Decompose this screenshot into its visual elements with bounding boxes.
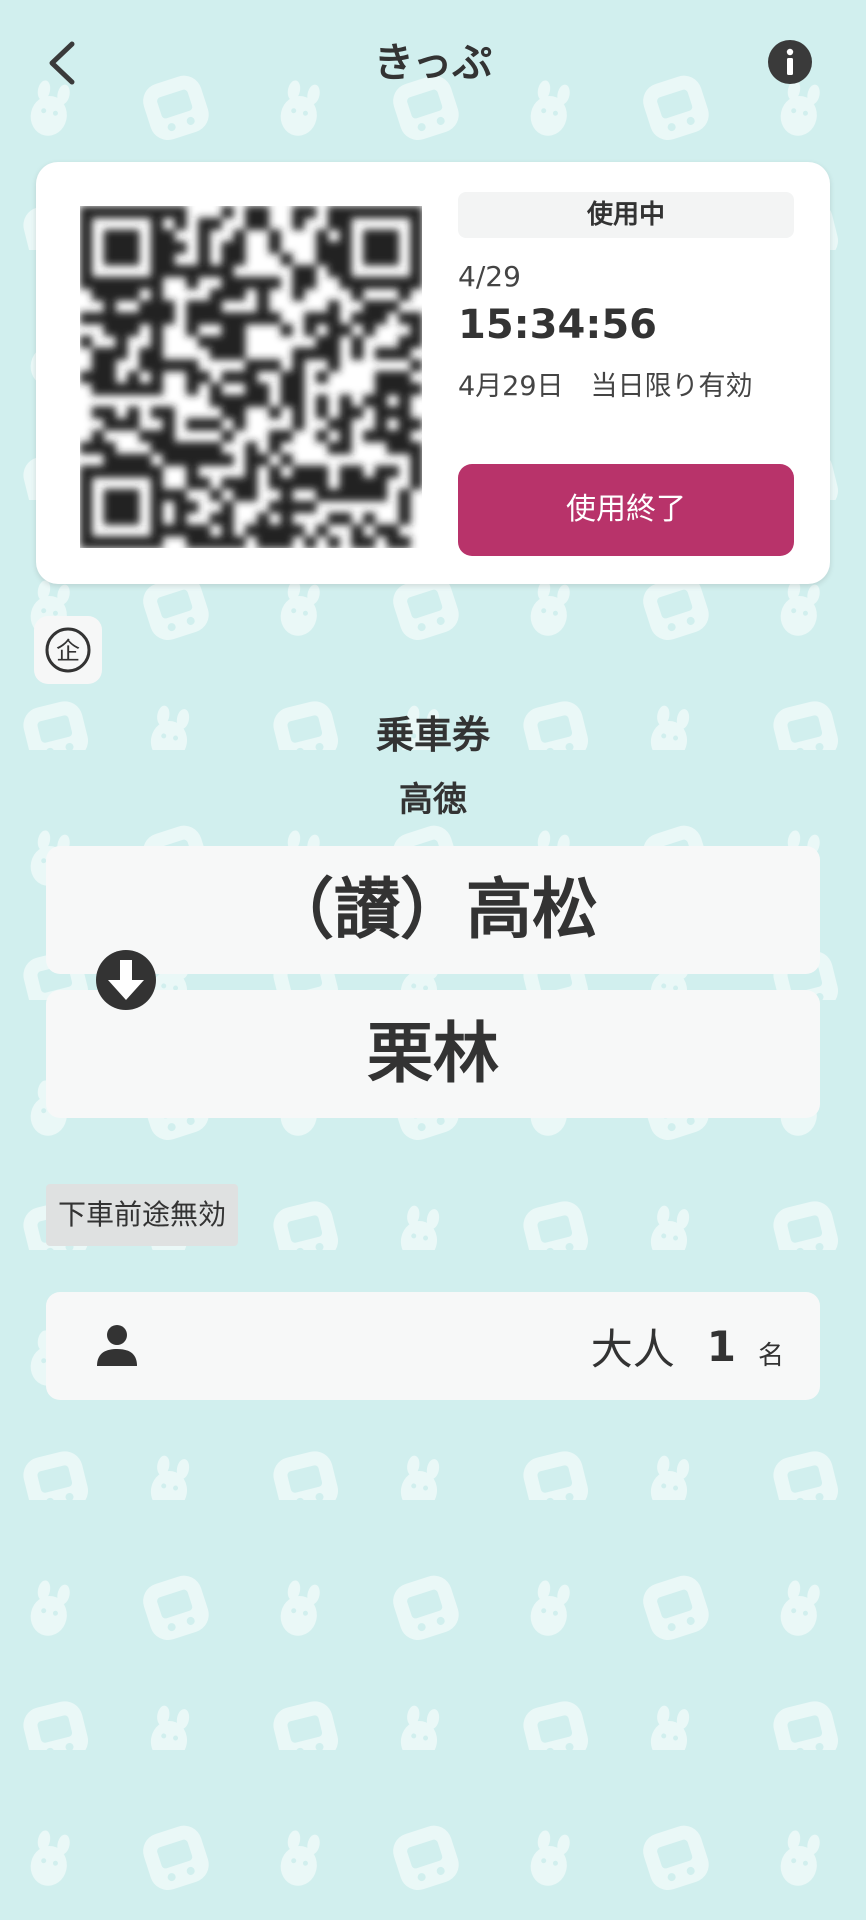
end-use-button[interactable]: 使用終了: [458, 464, 794, 556]
info-button[interactable]: [765, 37, 815, 87]
qr-code-icon: [80, 206, 423, 549]
status-badge: 使用中: [458, 192, 794, 238]
arrow-down-circle-icon: [94, 948, 158, 1012]
ticket-validity: 4月29日 当日限り有効: [458, 371, 753, 402]
info-icon: [768, 40, 812, 84]
ticket-time: 15:34:56: [458, 302, 657, 348]
restriction-badge: 下車前途無効: [46, 1184, 239, 1246]
passenger-count: 1: [706, 1321, 736, 1371]
line-name: 高徳: [399, 780, 467, 820]
ticket-type: 乗車券: [375, 713, 490, 757]
passenger-unit: 名: [757, 1340, 784, 1371]
departure-station: （讃）高松: [46, 846, 820, 974]
passenger-row: 大人 1 名: [46, 1292, 820, 1400]
person-icon: [97, 1325, 137, 1366]
ticket-date: 4/29: [458, 260, 521, 293]
company-mark-icon: 企: [45, 627, 91, 673]
ticket-card: 使用中 4/29 15:34:56 4月29日 当日限り有効 使用終了: [36, 162, 830, 584]
company-badge: 企: [34, 616, 102, 684]
page-title: きっぷ: [373, 40, 493, 86]
chevron-left-icon: [49, 41, 75, 85]
back-button[interactable]: [32, 28, 92, 98]
svg-text:企: 企: [56, 637, 80, 665]
passenger-type: 大人: [590, 1324, 675, 1374]
arrival-station: 栗林: [46, 990, 820, 1118]
